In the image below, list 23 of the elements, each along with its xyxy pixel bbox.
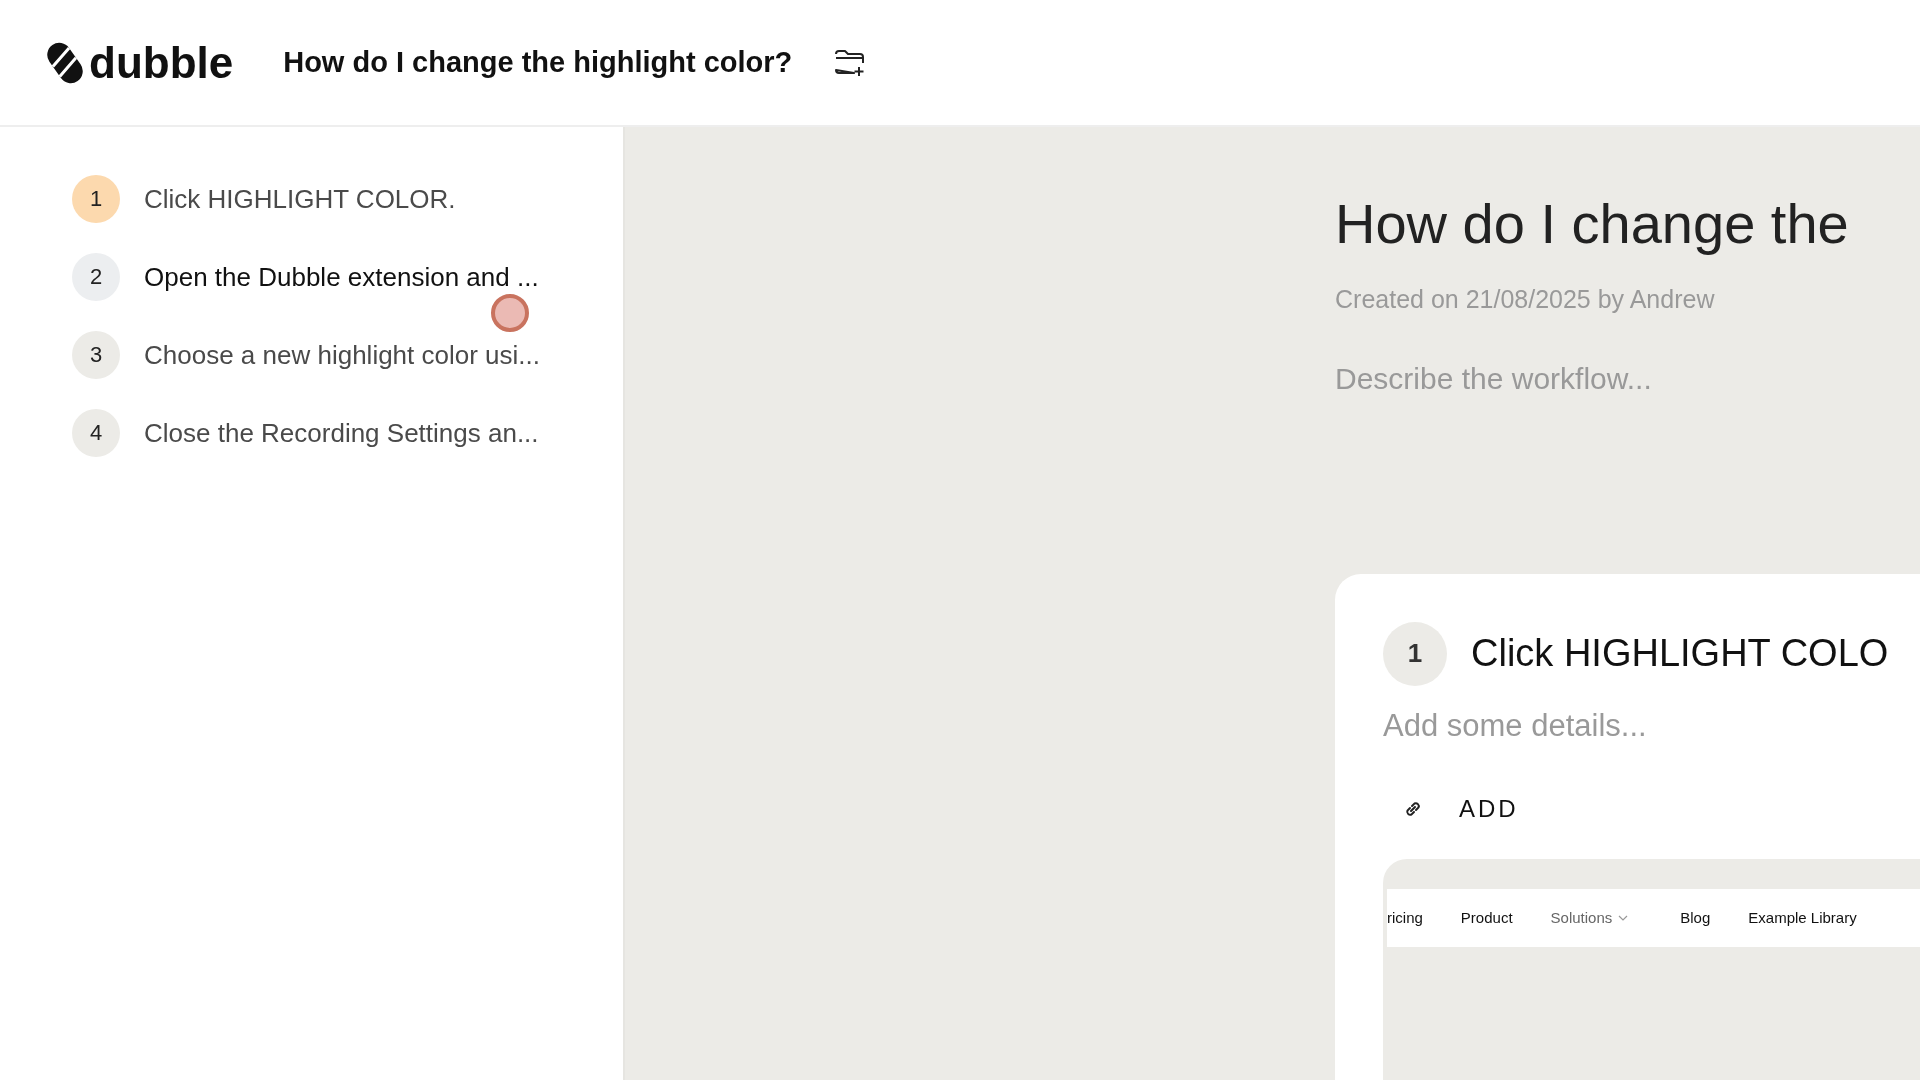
logo-wordmark[interactable]: dubble: [89, 37, 234, 88]
step-item[interactable]: 4 Close the Recording Settings an...: [72, 409, 623, 457]
step-text: Click HIGHLIGHT COLOR.: [144, 183, 456, 215]
step-number: 2: [72, 253, 120, 301]
workflow-title: How do I change the: [1335, 193, 1850, 255]
step-item[interactable]: 1 Click HIGHLIGHT COLOR.: [72, 175, 623, 223]
document-title: How do I change the highlight color?: [283, 46, 793, 79]
step-number: 3: [72, 331, 120, 379]
created-info: Created on 21/08/2025 by Andrew: [1335, 284, 1716, 314]
click-marker-icon: [491, 294, 529, 332]
details-field[interactable]: Add some details...: [1383, 707, 1883, 744]
step-number: 1: [72, 175, 120, 223]
step-item[interactable]: 2 Open the Dubble extension and ...: [72, 253, 623, 301]
step-text: Close the Recording Settings an...: [144, 417, 539, 449]
step-text: Choose a new highlight color usi...: [144, 339, 540, 371]
step-number: 1: [1383, 621, 1447, 686]
description-field[interactable]: Describe the workflow...: [1335, 361, 1920, 396]
step-number: 4: [72, 409, 120, 457]
add-button[interactable]: ADD: [1445, 788, 1533, 829]
chevron-down-icon: [1618, 914, 1629, 921]
step-item[interactable]: 3 Choose a new highlight color usi...: [72, 331, 623, 379]
step-text: Open the Dubble extension and ...: [144, 261, 539, 293]
step-title: Click HIGHLIGHT COLO: [1471, 632, 1889, 676]
